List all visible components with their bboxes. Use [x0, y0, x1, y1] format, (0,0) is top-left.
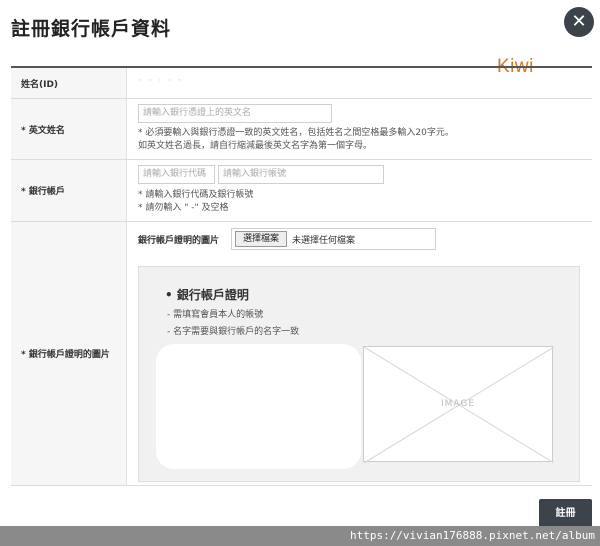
bank-code-input[interactable]: 請輸入銀行代碼 [138, 165, 215, 184]
bank-account-input[interactable]: 請輸入銀行帳號 [218, 165, 384, 184]
bank-account-note-2: * 請勿輸入 " -" 及空格 [138, 203, 229, 213]
image-placeholder-text: IMAGE [440, 399, 476, 409]
registration-form: 姓名(ID) · · · · · * 英文姓名 請輸入銀行憑證上的英文名 * 必… [11, 66, 592, 486]
watermark-url: https://vivian176888.pixnet.net/album [349, 529, 595, 542]
file-input[interactable]: 選擇檔案 未選擇任何檔案 [231, 228, 436, 250]
submit-button[interactable]: 註冊 [539, 499, 592, 529]
proof-example-panel: • 銀行帳戶證明 - 需填寫會員本人的帳號 - 名字需要與銀行帳戶的名字一致 I… [138, 266, 580, 482]
proof-panel-note-1: - 需填寫會員本人的帳號 [167, 310, 264, 320]
image-placeholder: IMAGE [363, 346, 554, 463]
id-label: 姓名(ID) [11, 68, 127, 98]
bank-account-note-1: * 請輸入銀行代碼及銀行帳號 [138, 190, 254, 200]
bank-account-label: * 銀行帳戶 [11, 160, 127, 221]
close-icon: ✕ [571, 11, 587, 32]
choose-file-button[interactable]: 選擇檔案 [235, 231, 287, 247]
dialog-title: 註冊銀行帳戶資料 [11, 18, 172, 40]
proof-image-row: * 銀行帳戶證明的圖片 銀行帳戶證明的圖片 選擇檔案 未選擇任何檔案 • 銀行帳… [11, 222, 592, 486]
english-name-note-1: * 必須要輸入與銀行憑證一致的英文姓名，包括姓名之間空格最多輸入20字元。 [138, 128, 454, 138]
file-status: 未選擇任何檔案 [292, 236, 356, 246]
english-name-input[interactable]: 請輸入銀行憑證上的英文名 [138, 104, 332, 123]
proof-panel-note-2: - 名字需要與銀行帳戶的名字一致 [167, 327, 300, 337]
english-name-row: * 英文姓名 請輸入銀行憑證上的英文名 * 必須要輸入與銀行憑證一致的英文姓名，… [11, 99, 592, 160]
close-button[interactable]: ✕ [564, 7, 594, 37]
proof-panel-title: • 銀行帳戶證明 [165, 288, 249, 302]
file-field-label: 銀行帳戶證明的圖片 [138, 236, 220, 246]
blank-card [156, 344, 361, 469]
id-value: · · · · · [139, 76, 183, 86]
bank-account-row: * 銀行帳戶 請輸入銀行代碼 請輸入銀行帳號 * 請輸入銀行代碼及銀行帳號 * … [11, 160, 592, 222]
english-name-note-2: 如英文姓名過長，請自行縮減最後英文名字為第一個字母。 [138, 141, 373, 151]
watermark-bar: https://vivian176888.pixnet.net/album [0, 526, 600, 546]
proof-image-label: * 銀行帳戶證明的圖片 [11, 222, 127, 485]
english-name-label: * 英文姓名 [11, 99, 127, 159]
id-row: 姓名(ID) · · · · · [11, 68, 592, 99]
